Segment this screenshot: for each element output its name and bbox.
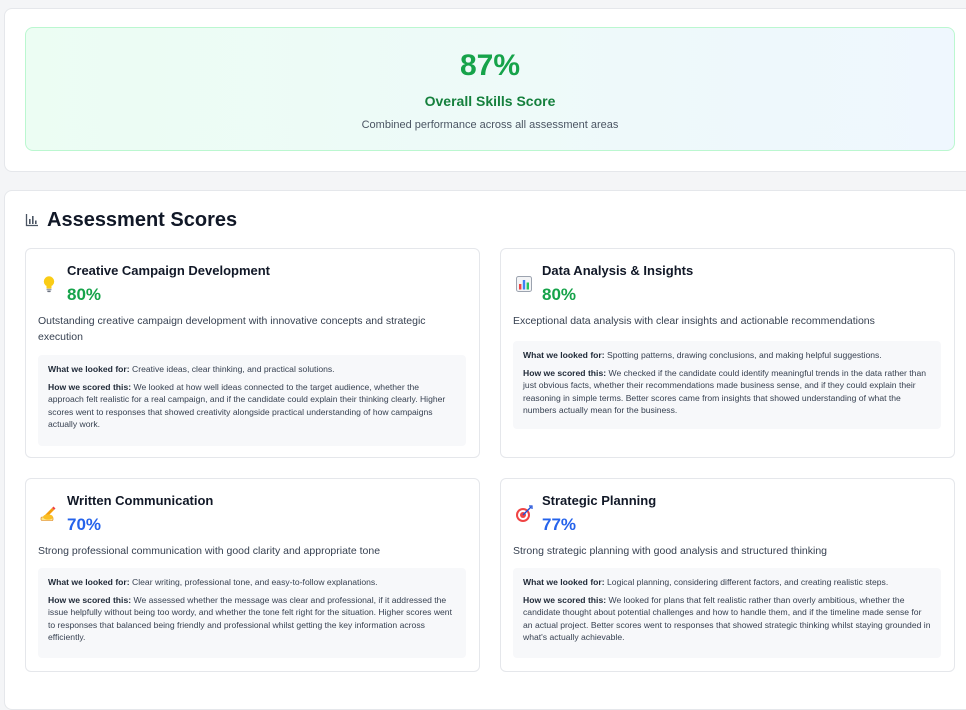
score-card-creative-campaign: Creative Campaign Development 80% Outsta… [25,248,480,458]
bar-chart-icon [515,275,533,293]
scoring-criteria-box: What we looked for: Creative ideas, clea… [38,355,466,446]
card-title: Data Analysis & Insights [542,263,694,278]
scoring-method-text: How we scored this: We assessed whether … [48,595,452,642]
looked-for-label: What we looked for: [48,364,130,374]
card-title: Written Communication [67,493,214,508]
card-score: 77% [542,515,577,534]
card-summary: Strong strategic planning with good anal… [513,545,828,557]
writing-hand-icon [40,505,58,523]
assessment-scores-panel: Assessment Scores Creative Campaign Deve… [4,190,966,710]
looked-for-text: What we looked for: Creative ideas, clea… [48,364,335,374]
section-header: Assessment Scores [25,207,237,233]
score-card-data-analysis: Data Analysis & Insights 80% Exceptional… [500,248,955,458]
card-score: 70% [67,515,102,534]
overall-score-value: 87% [459,49,521,82]
bar-chart-icon [25,213,39,227]
card-title: Creative Campaign Development [67,263,271,278]
card-score: 80% [542,285,577,304]
scoring-method-label: How we scored this: [48,595,132,606]
card-title: Strategic Planning [542,493,657,508]
score-card-strategic-planning: Strategic Planning 77% Strong strategic … [500,478,955,672]
overall-score-description: Combined performance across all assessme… [361,119,619,131]
scoring-criteria-box: What we looked for: Logical planning, co… [513,568,941,658]
lightbulb-icon [40,275,58,293]
scoring-method-label: How we scored this: [523,368,607,379]
looked-for-text: What we looked for: Logical planning, co… [523,577,889,587]
overall-score-label: Overall Skills Score [424,93,556,109]
card-summary: Exceptional data analysis with clear ins… [513,315,875,327]
scoring-method-label: How we scored this: [523,595,607,606]
overall-score-card: 87% Overall Skills Score Combined perfor… [25,27,955,151]
section-title: Assessment Scores [47,209,238,231]
looked-for-label: What we looked for: [48,577,130,587]
card-summary: Strong professional communication with g… [38,545,381,557]
scoring-method-label: How we scored this: [48,382,132,393]
scoring-criteria-box: What we looked for: Clear writing, profe… [38,568,466,658]
scoring-method-text: How we scored this: We checked if the ca… [523,368,927,415]
card-score: 80% [67,285,102,304]
card-summary: Outstanding creative campaign developmen… [38,315,426,343]
looked-for-text: What we looked for: Spotting patterns, d… [523,350,882,360]
looked-for-label: What we looked for: [523,350,605,360]
target-icon [515,505,533,523]
score-card-written-communication: Written Communication 70% Strong profess… [25,478,480,672]
overall-score-panel: 87% Overall Skills Score Combined perfor… [4,8,966,172]
scoring-method-text: How we scored this: We looked for plans … [523,595,931,642]
looked-for-text: What we looked for: Clear writing, profe… [48,577,378,587]
looked-for-label: What we looked for: [523,577,605,587]
scoring-criteria-box: What we looked for: Spotting patterns, d… [513,341,941,429]
scoring-method-text: How we scored this: We looked at how wel… [48,382,446,429]
